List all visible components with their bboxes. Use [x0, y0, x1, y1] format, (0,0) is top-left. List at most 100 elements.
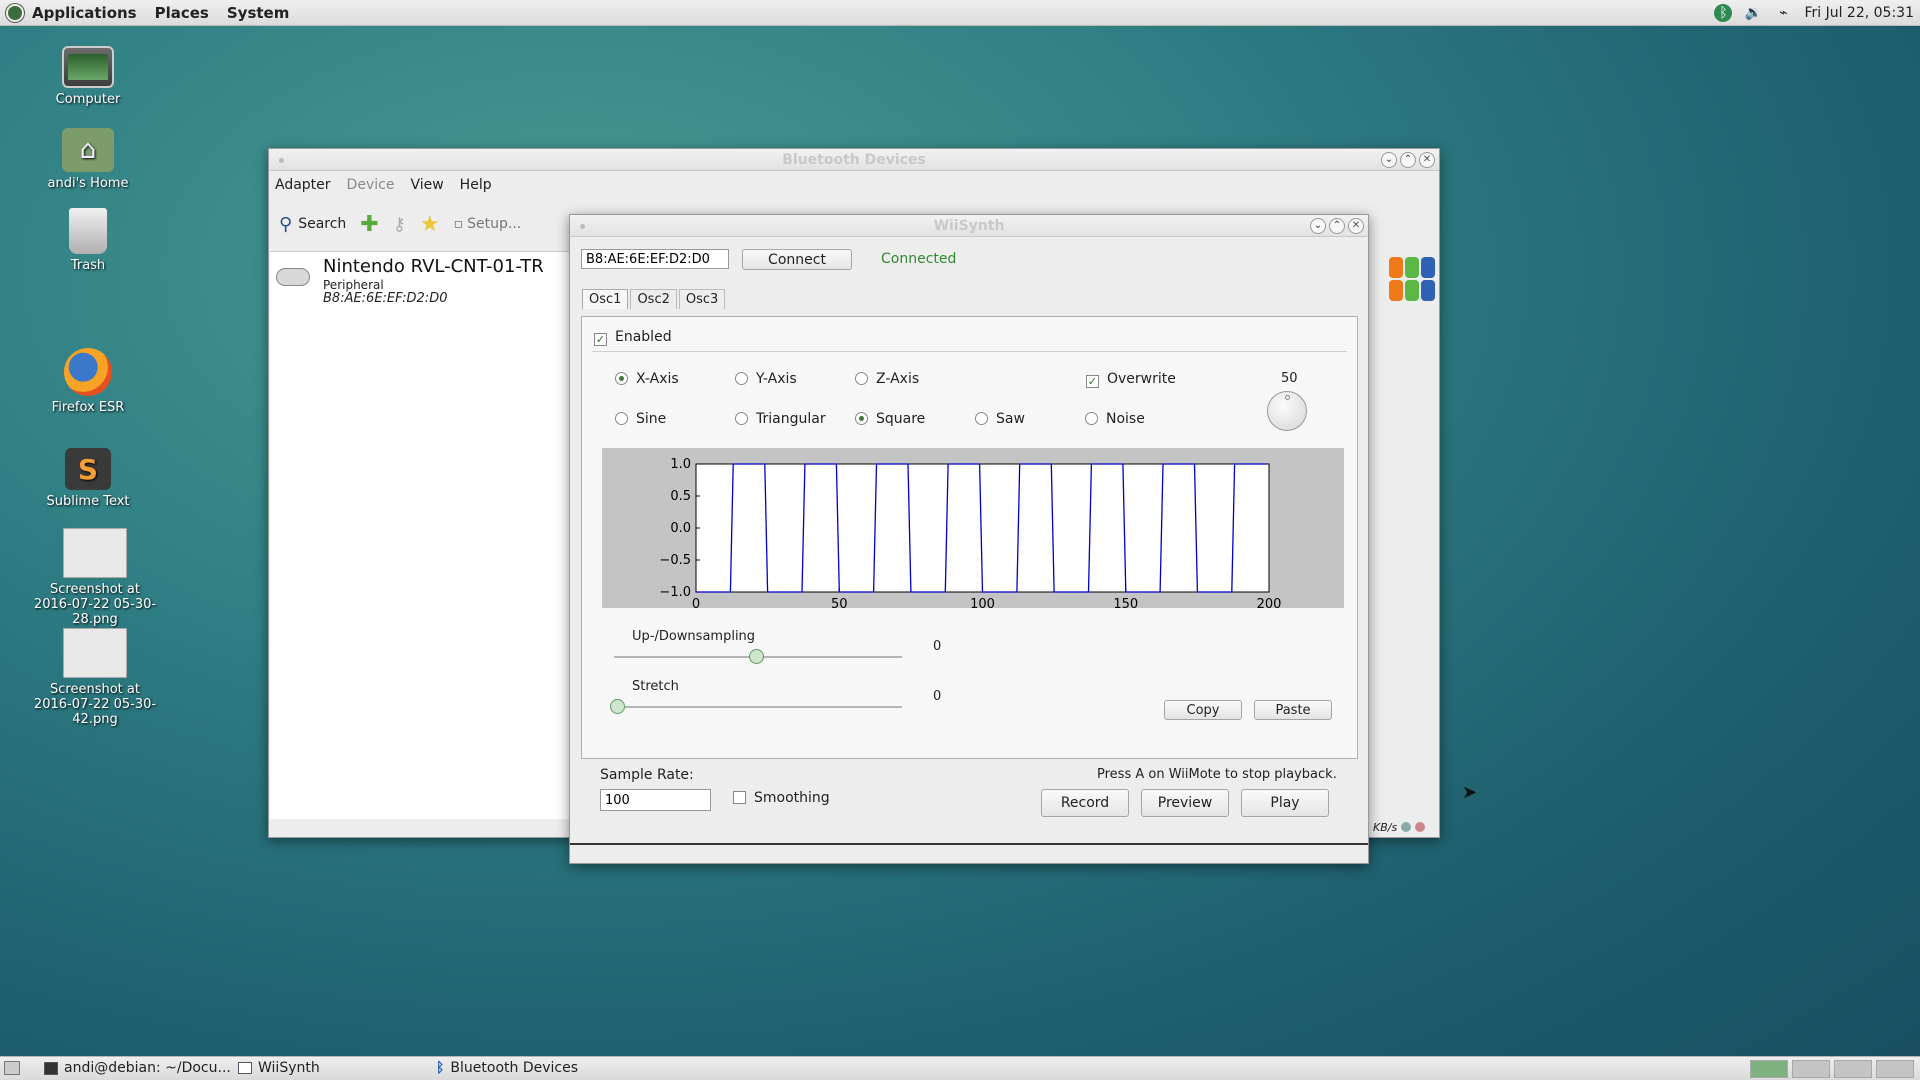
bluetooth-menubar: Adapter Device View Help [269, 171, 1439, 199]
paste-button[interactable]: Paste [1254, 700, 1332, 720]
overwrite-checkbox[interactable]: ✓ Overwrite [1086, 371, 1176, 388]
radio-label: Sine [636, 411, 667, 427]
clock[interactable]: Fri Jul 22, 05:31 [1804, 5, 1914, 21]
y-tick-label: 1.0 [670, 457, 691, 472]
radio-noise[interactable]: Noise [1085, 411, 1145, 427]
menu-view[interactable]: View [410, 177, 443, 193]
add-icon[interactable]: ✚ [360, 212, 378, 237]
tab-osc1[interactable]: Osc1 [582, 289, 629, 309]
firefox-icon [64, 348, 112, 396]
radio-icon [1085, 412, 1098, 425]
volume-icon[interactable]: 🔉 [1744, 4, 1762, 22]
menu-applications[interactable]: Applications [32, 4, 137, 22]
setup-tool[interactable]: ▫ Setup... [454, 216, 522, 232]
bluetooth-titlebar[interactable]: Bluetooth Devices ⌄ ⌃ ✕ [269, 149, 1439, 171]
workspace-4[interactable] [1876, 1060, 1914, 1078]
network-icon[interactable]: ⌁ [1774, 4, 1792, 22]
top-panel: Applications Places System ᛒ 🔉 ⌁ Fri Jul… [0, 0, 1920, 26]
debian-logo-icon[interactable] [6, 3, 24, 22]
download-icon [1415, 822, 1426, 832]
tab-osc2[interactable]: Osc2 [630, 289, 677, 309]
pair-icon[interactable]: ⚷ [393, 214, 406, 235]
bluetooth-statusbar: KB/s [1373, 818, 1439, 836]
radio-square[interactable]: Square [855, 411, 925, 427]
x-tick-label: 50 [831, 597, 848, 608]
sample-rate-label: Sample Rate: [600, 767, 694, 783]
computer-icon [62, 46, 114, 88]
sample-rate-input[interactable] [600, 789, 711, 811]
workspace-3[interactable] [1834, 1060, 1872, 1078]
updown-slider[interactable] [749, 649, 764, 664]
workspace-1[interactable] [1750, 1060, 1788, 1078]
radio-saw[interactable]: Saw [975, 411, 1025, 427]
task-wiisynth[interactable]: WiiSynth [238, 1060, 320, 1076]
radio-triangular[interactable]: Triangular [735, 411, 826, 427]
bluetooth-icon: ᛒ [436, 1060, 445, 1076]
enabled-checkbox[interactable]: ✓ Enabled [594, 329, 672, 346]
connect-button[interactable]: Connect [742, 249, 852, 270]
desktop-icon-sublime[interactable]: S Sublime Text [23, 448, 153, 509]
radio-sine[interactable]: Sine [615, 411, 666, 427]
desktop-icon-computer[interactable]: Computer [23, 46, 153, 107]
preview-button[interactable]: Preview [1141, 789, 1229, 817]
amplitude-dial[interactable] [1267, 391, 1307, 431]
radio-y-axis[interactable]: Y-Axis [735, 371, 797, 387]
wiisynth-window: WiiSynth ⌄ ⌃ ✕ Connect Connected Osc1 Os… [569, 214, 1369, 864]
gamepad-icon [276, 268, 310, 286]
desktop-icon-screenshot-1[interactable]: Screenshot at 2016-07-22 05-30-28.png [30, 528, 160, 627]
radio-icon [735, 412, 748, 425]
radio-icon [615, 372, 628, 385]
search-tool[interactable]: ⚲ Search [279, 214, 346, 235]
x-tick-label: 0 [692, 597, 700, 608]
desktop-icon-home[interactable]: ⌂ andi's Home [23, 128, 153, 191]
bluetooth-tray-icon[interactable]: ᛒ [1714, 4, 1733, 22]
task-terminal[interactable]: andi@debian: ~/Docu... [44, 1060, 231, 1076]
menu-help[interactable]: Help [460, 177, 492, 193]
tab-osc3[interactable]: Osc3 [678, 289, 726, 309]
device-item[interactable]: Nintendo RVL-CNT-01-TR Peripheral B8:AE:… [270, 252, 570, 308]
play-button[interactable]: Play [1241, 789, 1329, 817]
task-bluetooth[interactable]: ᛒ Bluetooth Devices [436, 1060, 578, 1076]
stretch-slider[interactable] [610, 699, 625, 714]
favorite-icon[interactable]: ★ [420, 212, 440, 237]
upload-icon [1401, 822, 1412, 832]
menu-adapter[interactable]: Adapter [275, 177, 331, 193]
radio-x-axis[interactable]: X-Axis [615, 371, 679, 387]
search-icon: ⚲ [279, 213, 293, 235]
minimize-button[interactable]: ⌄ [1381, 152, 1397, 168]
record-button[interactable]: Record [1041, 789, 1129, 817]
address-input[interactable] [581, 249, 729, 269]
overwrite-label: Overwrite [1107, 371, 1176, 387]
menu-device[interactable]: Device [347, 177, 395, 193]
menu-places[interactable]: Places [155, 4, 209, 22]
radio-icon [855, 412, 868, 425]
desktop-icon-trash[interactable]: Trash [23, 208, 153, 273]
smoothing-label: Smoothing [754, 790, 830, 806]
close-button[interactable]: ✕ [1348, 218, 1364, 234]
home-folder-icon: ⌂ [62, 128, 114, 172]
maximize-button[interactable]: ⌃ [1400, 152, 1416, 168]
desktop-icon-firefox[interactable]: Firefox ESR [23, 348, 153, 415]
desktop-icon-screenshot-2[interactable]: Screenshot at 2016-07-22 05-30-42.png [30, 628, 160, 727]
window-icon [238, 1062, 252, 1074]
wiisynth-titlebar[interactable]: WiiSynth ⌄ ⌃ ✕ [570, 215, 1368, 237]
minimize-button[interactable]: ⌄ [1310, 218, 1326, 234]
maximize-button[interactable]: ⌃ [1329, 218, 1345, 234]
trash-icon [69, 208, 107, 254]
stretch-value: 0 [933, 689, 942, 704]
y-tick-label: 0.5 [670, 489, 691, 504]
stretch-track[interactable] [614, 706, 902, 708]
bottom-panel: andi@debian: ~/Docu... WiiSynth ᛒ Blueto… [0, 1056, 1920, 1080]
smoothing-checkbox[interactable]: Smoothing [733, 790, 830, 806]
radio-z-axis[interactable]: Z-Axis [855, 371, 919, 387]
radio-icon [735, 372, 748, 385]
copy-button[interactable]: Copy [1164, 700, 1242, 720]
menu-system[interactable]: System [227, 4, 289, 22]
desktop-icon-label: Screenshot at 2016-07-22 05-30-28.png [33, 582, 157, 627]
window-menu-icon[interactable] [580, 224, 585, 229]
enabled-label: Enabled [615, 329, 672, 345]
workspace-2[interactable] [1792, 1060, 1830, 1078]
close-button[interactable]: ✕ [1419, 152, 1435, 168]
show-desktop-icon[interactable] [4, 1061, 20, 1075]
window-menu-icon[interactable] [279, 158, 284, 163]
